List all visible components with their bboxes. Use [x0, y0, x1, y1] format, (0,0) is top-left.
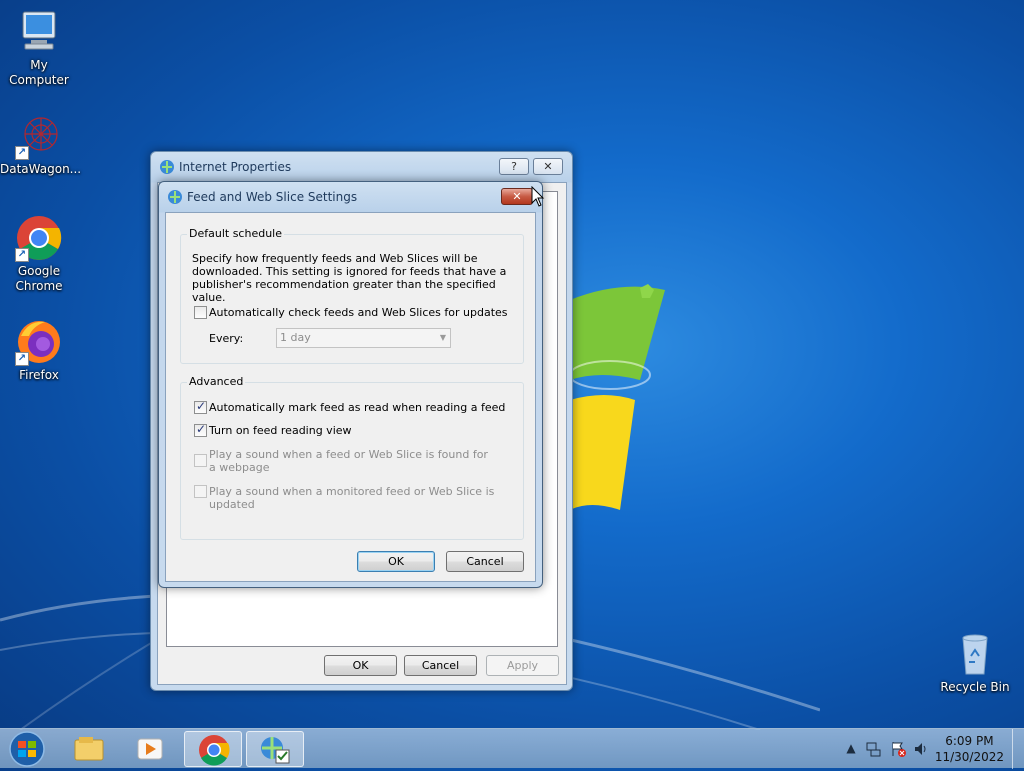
internet-options-icon	[168, 190, 182, 204]
taskbar-windows-explorer[interactable]	[60, 731, 118, 767]
advanced-label: Advanced	[187, 375, 246, 388]
mark-read-checkbox[interactable]	[194, 399, 207, 414]
auto-check-label: Automatically check feeds and Web Slices…	[209, 306, 508, 319]
windows-explorer-icon	[74, 737, 104, 761]
mark-read-label: Automatically mark feed as read when rea…	[209, 401, 506, 414]
every-dropdown[interactable]: 1 day ▼	[276, 328, 451, 348]
taskbar: ▲ 6:09 PM 11/30/2022	[0, 728, 1024, 769]
show-desktop-button[interactable]	[1012, 729, 1024, 769]
feed-reading-view-checkbox[interactable]	[194, 422, 207, 437]
desktop-icon-label: Firefox	[19, 368, 59, 382]
default-schedule-label: Default schedule	[187, 227, 284, 240]
window-title: Internet Properties	[179, 160, 292, 174]
system-clock[interactable]: 6:09 PM 11/30/2022	[935, 733, 1004, 765]
cancel-button[interactable]: Cancel	[404, 655, 477, 676]
recycle-bin-icon	[951, 630, 999, 678]
clock-date: 11/30/2022	[934, 750, 1004, 764]
title-bar[interactable]: Feed and Web Slice Settings ✕	[159, 182, 542, 212]
start-button[interactable]	[4, 730, 50, 768]
action-center-icon[interactable]	[890, 741, 906, 757]
chrome-icon: ↗	[15, 214, 63, 262]
apply-button[interactable]: Apply	[486, 655, 559, 676]
desktop-icon-datawagon[interactable]: ↗ DataWagon...	[0, 112, 82, 177]
default-schedule-group: Default schedule Specify how frequently …	[180, 227, 524, 364]
desktop-icon-firefox[interactable]: ↗ Firefox	[0, 318, 78, 383]
datawagon-icon: ↗	[15, 112, 63, 160]
taskbar-internet-options[interactable]	[246, 731, 304, 767]
desktop-icon-label: Google Chrome	[15, 264, 63, 293]
network-icon[interactable]	[866, 741, 882, 757]
chevron-down-icon: ▼	[439, 333, 446, 342]
taskbar-chrome[interactable]	[184, 731, 242, 767]
sound-updated-label: Play a sound when a monitored feed or We…	[209, 485, 495, 511]
schedule-description: Specify how frequently feeds and Web Sli…	[192, 252, 507, 304]
ok-button[interactable]: OK	[324, 655, 397, 676]
windows-start-icon	[9, 731, 45, 767]
clock-time: 6:09 PM	[945, 734, 994, 748]
desktop-icon-recycle-bin[interactable]: Recycle Bin	[936, 630, 1014, 695]
close-button[interactable]: ✕	[501, 188, 533, 205]
media-player-icon	[137, 738, 163, 760]
advanced-group: Advanced Automatically mark feed as read…	[180, 375, 524, 540]
ok-button[interactable]: OK	[357, 551, 435, 572]
desktop-icon-label: My Computer	[9, 58, 69, 87]
sound-found-label: Play a sound when a feed or Web Slice is…	[209, 448, 488, 474]
sound-found-checkbox[interactable]	[194, 454, 207, 467]
desktop-icon-label: DataWagon...	[0, 162, 82, 176]
desktop-icon-label: Recycle Bin	[940, 680, 1010, 694]
internet-options-icon	[160, 160, 174, 174]
feed-settings-dialog: Feed and Web Slice Settings ✕ Default sc…	[158, 181, 543, 588]
chrome-icon	[199, 735, 230, 766]
shortcut-arrow-icon: ↗	[15, 352, 29, 366]
cancel-button[interactable]: Cancel	[446, 551, 524, 572]
computer-icon	[15, 8, 63, 56]
show-hidden-icons-icon[interactable]: ▲	[843, 741, 859, 757]
title-bar[interactable]: Internet Properties ? ✕	[151, 152, 572, 182]
taskbar-media-player[interactable]	[122, 731, 180, 767]
desktop-icon-google-chrome[interactable]: ↗ Google Chrome	[0, 214, 78, 294]
shortcut-arrow-icon: ↗	[15, 248, 29, 262]
firefox-icon: ↗	[15, 318, 63, 366]
close-button[interactable]: ✕	[533, 158, 563, 175]
desktop-icon-my-computer[interactable]: My Computer	[0, 8, 78, 88]
volume-icon[interactable]	[913, 741, 929, 757]
windows-logo-wallpaper	[569, 284, 665, 510]
mouse-cursor	[531, 186, 545, 207]
dialog-title: Feed and Web Slice Settings	[187, 190, 358, 204]
help-button[interactable]: ?	[499, 158, 529, 175]
every-value: 1 day	[280, 331, 311, 344]
feed-reading-view-label: Turn on feed reading view	[209, 424, 352, 437]
every-label: Every:	[209, 332, 244, 345]
sound-updated-checkbox[interactable]	[194, 485, 207, 498]
dialog-content-area: Default schedule Specify how frequently …	[165, 212, 536, 582]
auto-check-checkbox[interactable]	[194, 306, 207, 319]
internet-options-icon	[261, 737, 290, 764]
shortcut-arrow-icon: ↗	[15, 146, 29, 160]
